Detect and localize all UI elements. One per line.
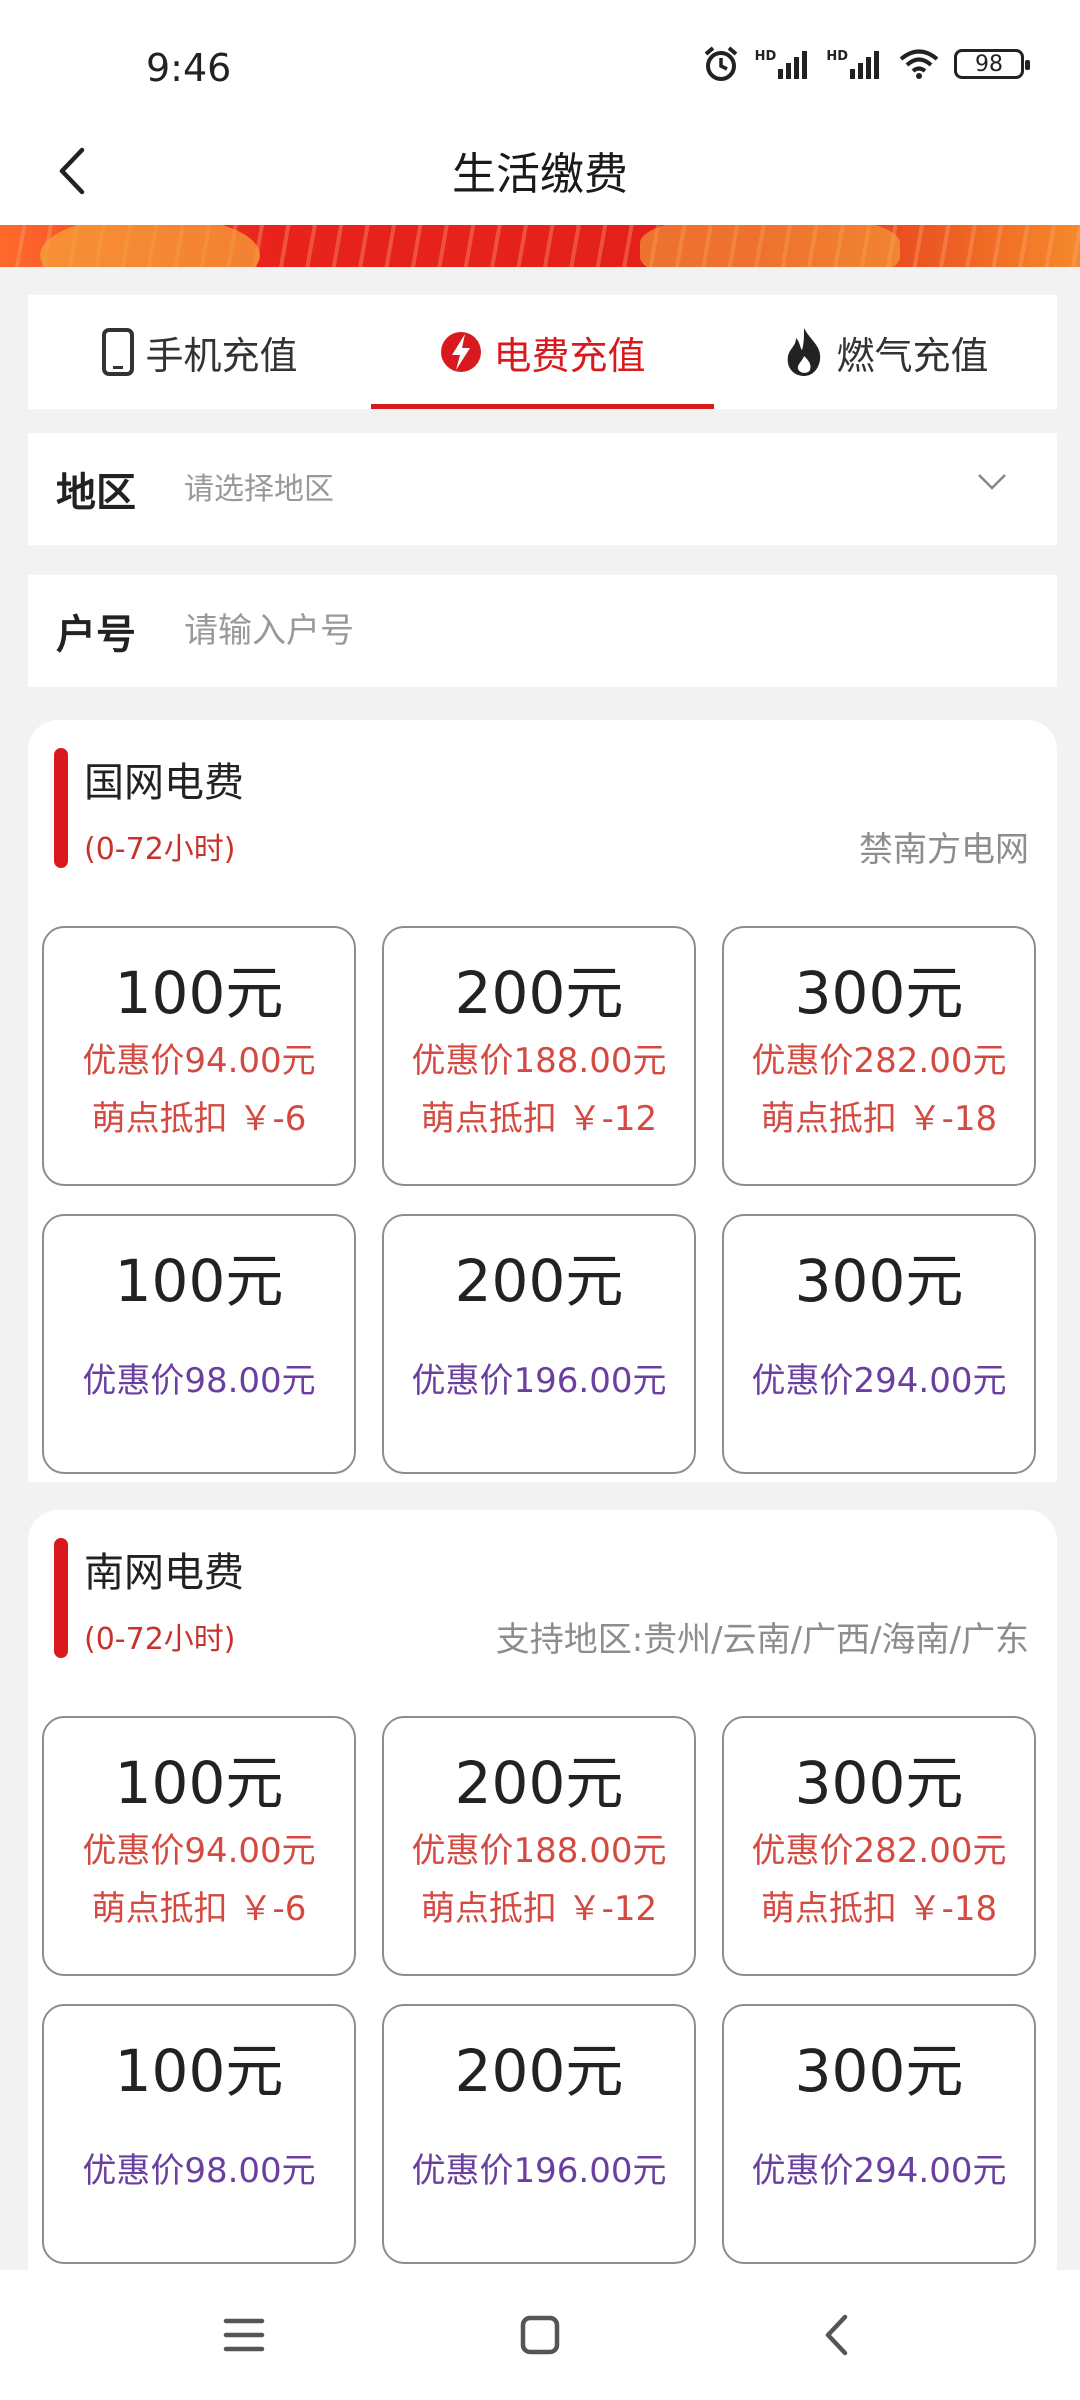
account-field: 户号 [28,575,1057,687]
section-note: 禁南方电网 [859,830,1029,870]
battery-icon: 98 [954,49,1030,79]
hd-label: HD [754,49,777,64]
amount-option[interactable]: 100元 优惠价94.00元 萌点抵扣 ￥-6 [42,926,356,1186]
section-subtitle: (0-72小时) [84,832,236,867]
menu-icon [223,2318,265,2352]
amount-value: 100元 [114,959,284,1027]
title-bar: 生活缴费 [0,120,1080,225]
promo-price: 优惠价98.00元 [82,1361,316,1401]
account-label: 户号 [56,612,136,658]
points-deduction: 萌点抵扣 ￥-18 [760,1099,998,1139]
promo-price: 优惠价282.00元 [751,1831,1007,1871]
amount-option[interactable]: 300元 优惠价282.00元 萌点抵扣 ￥-18 [722,926,1036,1186]
region-label: 地区 [56,470,136,516]
points-deduction: 萌点抵扣 ￥-18 [760,1889,998,1929]
promo-price: 优惠价188.00元 [411,1831,667,1871]
phone-icon [102,328,135,376]
status-time: 9:46 [146,46,232,90]
tab-label: 电费充值 [493,333,646,378]
amount-option[interactable]: 200元 优惠价188.00元 萌点抵扣 ￥-12 [382,926,696,1186]
nav-back-button[interactable] [806,2305,866,2365]
promo-price: 优惠价294.00元 [751,2151,1007,2191]
section-note: 支持地区:贵州/云南/广西/海南/广东 [495,1620,1029,1660]
status-bar: 9:46 HD HD 98 [0,0,1080,120]
region-select[interactable] [184,471,904,507]
alarm-icon [704,46,737,81]
amount-option[interactable]: 200元 优惠价196.00元 [382,1214,696,1474]
recharge-tabs: 手机充值 电费充值 燃气充值 [28,295,1057,409]
amount-value: 200元 [454,959,624,1027]
amount-value: 100元 [114,2037,284,2105]
amount-option[interactable]: 300元 优惠价294.00元 [722,1214,1036,1474]
amount-value: 300元 [794,2037,964,2105]
state-grid-section: 国网电费 (0-72小时) 禁南方电网 100元 优惠价94.00元 萌点抵扣 … [28,720,1057,1482]
flame-icon [788,328,821,376]
hd-label-2: HD [826,49,848,64]
amount-value: 200元 [454,2037,624,2105]
points-deduction: 萌点抵扣 ￥-12 [420,1889,658,1929]
amount-value: 300元 [794,959,964,1027]
amount-option[interactable]: 200元 优惠价188.00元 萌点抵扣 ￥-12 [382,1716,696,1976]
tab-electricity-recharge[interactable]: 电费充值 [371,295,714,409]
region-field[interactable]: 地区 [28,433,1057,545]
promo-price: 优惠价94.00元 [82,1041,316,1081]
amount-value: 300元 [794,1247,964,1315]
section-title: 南网电费 [84,1550,244,1596]
cellular-signal-icon: HD [755,49,813,79]
status-icons: HD HD 98 [701,44,1030,84]
back-triangle-icon [825,2314,848,2356]
account-input[interactable] [184,611,904,651]
tab-gas-recharge[interactable]: 燃气充值 [714,295,1057,409]
amount-value: 100元 [114,1247,284,1315]
section-subtitle: (0-72小时) [84,1622,236,1657]
chevron-down-icon[interactable] [977,473,1007,491]
amount-option[interactable]: 200元 优惠价196.00元 [382,2004,696,2264]
tab-label: 手机充值 [145,333,298,378]
points-deduction: 萌点抵扣 ￥-6 [91,1099,307,1139]
southern-grid-section: 南网电费 (0-72小时) 支持地区:贵州/云南/广西/海南/广东 100元 优… [28,1510,1057,2270]
nav-home-button[interactable] [510,2305,570,2365]
cellular-signal-2-icon: HD [826,49,884,79]
promo-price: 优惠价196.00元 [411,2151,667,2191]
tab-phone-recharge[interactable]: 手机充值 [28,295,371,409]
section-accent-bar [54,1538,68,1658]
home-square-icon [520,2315,560,2355]
promo-price: 优惠价196.00元 [411,1361,667,1401]
promo-banner [0,225,1080,267]
amount-option[interactable]: 100元 优惠价98.00元 [42,1214,356,1474]
amount-option[interactable]: 300元 优惠价294.00元 [722,2004,1036,2264]
promo-price: 优惠价282.00元 [751,1041,1007,1081]
battery-level: 98 [975,51,1003,77]
amount-value: 200元 [454,1749,624,1817]
page-title: 生活缴费 [452,149,628,200]
section-title: 国网电费 [84,760,244,806]
amount-value: 100元 [114,1749,284,1817]
amount-value: 300元 [794,1749,964,1817]
amount-option[interactable]: 100元 优惠价98.00元 [42,2004,356,2264]
points-deduction: 萌点抵扣 ￥-6 [91,1889,307,1929]
amount-option[interactable]: 300元 优惠价282.00元 萌点抵扣 ￥-18 [722,1716,1036,1976]
promo-price: 优惠价94.00元 [82,1831,316,1871]
amount-grid: 100元 优惠价94.00元 萌点抵扣 ￥-6 200元 优惠价188.00元 … [42,926,1042,1474]
tab-label: 燃气充值 [836,333,989,378]
promo-price: 优惠价188.00元 [411,1041,667,1081]
points-deduction: 萌点抵扣 ￥-12 [420,1099,658,1139]
section-accent-bar [54,748,68,868]
amount-grid: 100元 优惠价94.00元 萌点抵扣 ￥-6 200元 优惠价188.00元 … [42,1716,1042,2264]
wifi-icon [899,49,939,79]
promo-price: 优惠价98.00元 [82,2151,316,2191]
promo-price: 优惠价294.00元 [751,1361,1007,1401]
lightning-icon [441,332,482,372]
system-nav-bar [0,2270,1080,2400]
amount-value: 200元 [454,1247,624,1315]
nav-menu-button[interactable] [214,2305,274,2365]
amount-option[interactable]: 100元 优惠价94.00元 萌点抵扣 ￥-6 [42,1716,356,1976]
